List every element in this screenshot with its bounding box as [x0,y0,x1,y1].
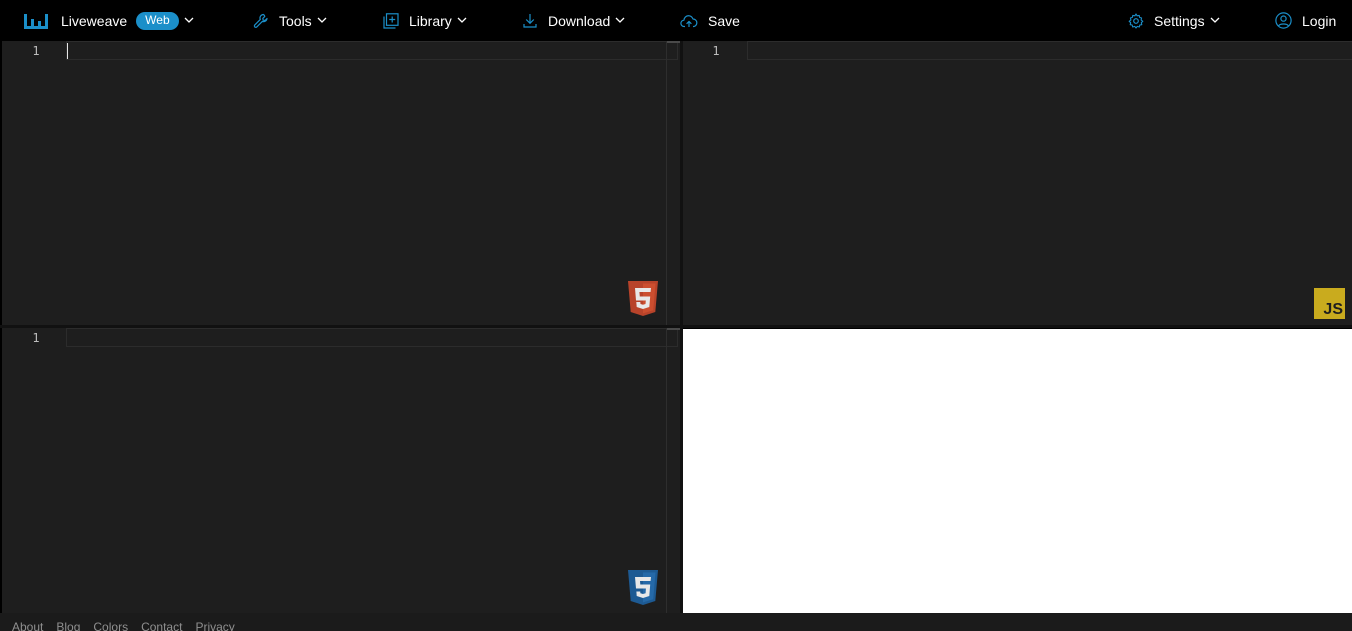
footer-link-contact[interactable]: Contact [141,620,182,631]
user-circle-icon [1275,12,1292,29]
library-label: Library [409,12,452,29]
html-editor[interactable]: 1 [2,41,680,325]
horizontal-splitter[interactable] [0,325,1352,328]
brand-name: Liveweave [61,12,128,29]
js-badge-text: JS [1323,301,1343,318]
footer: About Blog Colors Contact Privacy [0,613,1352,631]
brand-menu[interactable]: Liveweave Web [24,0,194,41]
chevron-down-icon [317,17,327,24]
download-icon [523,13,537,28]
vertical-scrollbar[interactable] [666,41,680,325]
chevron-down-icon [457,17,467,24]
save-label: Save [708,12,740,29]
library-add-icon [383,12,399,29]
save-button[interactable]: Save [680,0,740,41]
login-button[interactable]: Login [1275,0,1336,41]
download-menu[interactable]: Download [523,0,625,41]
text-cursor [67,43,68,59]
line-number: 1 [32,44,40,58]
css-editor[interactable]: 1 [2,328,680,613]
line-number: 1 [32,331,40,345]
chevron-down-icon [615,17,625,24]
library-menu[interactable]: Library [383,0,467,41]
js-editor[interactable]: 1 JS [683,41,1352,325]
brand-badge: Web [136,11,179,30]
bars-logo-icon [24,13,48,29]
active-line[interactable] [66,41,678,60]
active-line[interactable] [747,41,1352,60]
js-icon: JS [1314,288,1345,319]
vertical-scrollbar[interactable] [666,328,680,613]
active-line[interactable] [66,328,678,347]
footer-link-colors[interactable]: Colors [93,620,128,631]
footer-link-about[interactable]: About [12,620,43,631]
login-label: Login [1302,12,1337,29]
html5-icon [627,281,659,323]
preview-pane[interactable] [683,329,1352,613]
settings-menu[interactable]: Settings [1128,0,1220,41]
cloud-upload-icon [680,14,698,28]
footer-link-blog[interactable]: Blog [56,620,80,631]
gear-icon [1128,12,1144,29]
tools-label: Tools [279,12,312,29]
footer-link-privacy[interactable]: Privacy [195,620,234,631]
settings-label: Settings [1154,12,1205,29]
line-number: 1 [712,44,720,58]
top-navbar: Liveweave Web Tools Library Download Sav… [0,0,1352,41]
wrench-icon [253,13,269,29]
chevron-down-icon [184,17,194,24]
tools-menu[interactable]: Tools [253,0,327,41]
download-label: Download [548,12,611,29]
footer-links: About Blog Colors Contact Privacy [12,620,235,631]
css3-icon [627,570,659,612]
chevron-down-icon [1210,17,1220,24]
